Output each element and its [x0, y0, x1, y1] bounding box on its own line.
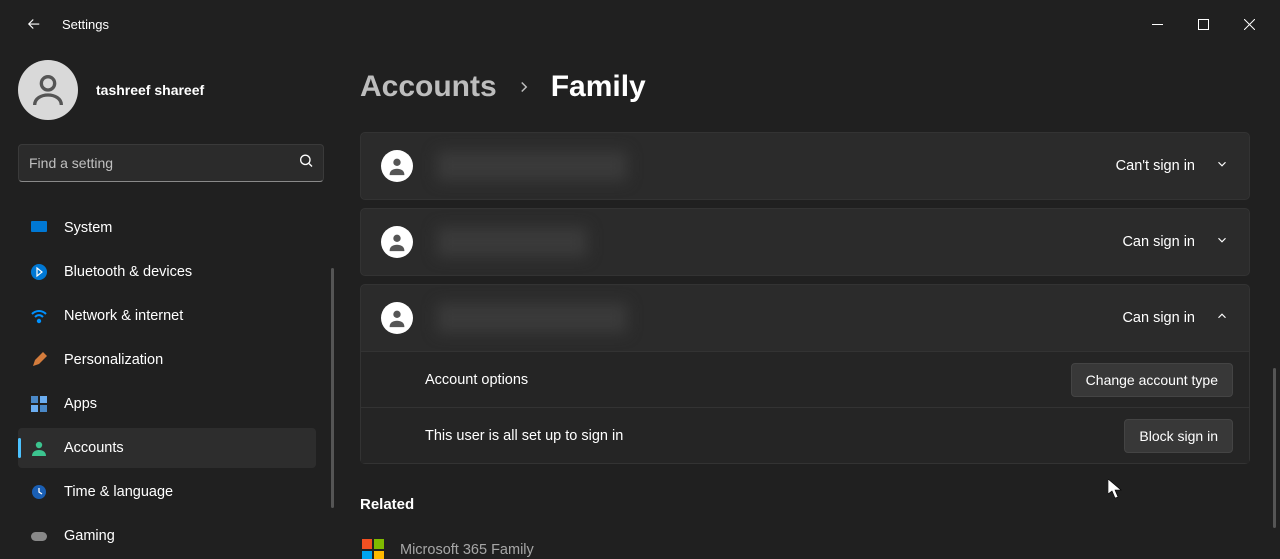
sidebar-item-network[interactable]: Network & internet: [18, 296, 316, 336]
search-box[interactable]: [18, 144, 324, 182]
member-status: Can sign in: [1122, 310, 1195, 326]
maximize-icon: [1198, 19, 1209, 30]
avatar: [18, 60, 78, 120]
family-member-card: Can sign in: [360, 208, 1250, 276]
display-icon: [30, 219, 48, 237]
brush-icon: [30, 351, 48, 369]
sidebar-item-bluetooth[interactable]: Bluetooth & devices: [18, 252, 316, 292]
bluetooth-icon: [30, 263, 48, 281]
sidebar-item-personalization[interactable]: Personalization: [18, 340, 316, 380]
search-icon: [298, 153, 314, 174]
member-name-redacted: [437, 151, 627, 181]
member-avatar: [381, 150, 413, 182]
arrow-left-icon: [25, 15, 43, 33]
user-name: tashreef shareef: [96, 82, 204, 98]
minimize-button[interactable]: [1134, 8, 1180, 40]
related-m365[interactable]: Microsoft 365 Family: [360, 537, 1250, 559]
related-label: Microsoft 365 Family: [400, 542, 534, 558]
sidebar-item-label: Network & internet: [64, 308, 183, 324]
family-member-row[interactable]: Can sign in: [361, 285, 1249, 351]
sidebar-item-label: Gaming: [64, 528, 115, 544]
person-icon: [386, 155, 408, 177]
family-member-card-expanded: Can sign in Account options Change accou…: [360, 284, 1250, 464]
sidebar-item-label: Personalization: [64, 352, 163, 368]
member-avatar: [381, 226, 413, 258]
signin-message: This user is all set up to sign in: [425, 428, 623, 444]
sidebar-item-label: System: [64, 220, 112, 236]
user-block[interactable]: tashreef shareef: [18, 60, 324, 120]
main-scrollbar[interactable]: [1273, 368, 1276, 528]
family-member-row[interactable]: Can't sign in: [361, 133, 1249, 199]
change-account-type-button[interactable]: Change account type: [1071, 363, 1233, 397]
clock-icon: [30, 483, 48, 501]
sidebar-item-apps[interactable]: Apps: [18, 384, 316, 424]
sidebar-item-gaming[interactable]: Gaming: [18, 516, 316, 556]
back-button[interactable]: [20, 10, 48, 38]
account-options-label: Account options: [425, 372, 528, 388]
chevron-right-icon: [515, 78, 533, 96]
sidebar-scrollbar[interactable]: [331, 268, 334, 508]
wifi-icon: [30, 307, 48, 325]
block-signin-button[interactable]: Block sign in: [1124, 419, 1233, 453]
member-avatar: [381, 302, 413, 334]
accounts-icon: [30, 439, 48, 457]
sidebar-item-system[interactable]: System: [18, 208, 316, 248]
sidebar-item-label: Time & language: [64, 484, 173, 500]
chevron-down-icon: [1215, 157, 1229, 176]
app-title: Settings: [62, 17, 109, 32]
family-member-row[interactable]: Can sign in: [361, 209, 1249, 275]
sidebar-item-accounts[interactable]: Accounts: [18, 428, 316, 468]
close-icon: [1244, 19, 1255, 30]
sidebar-item-label: Apps: [64, 396, 97, 412]
person-icon: [386, 231, 408, 253]
member-name-redacted: [437, 303, 627, 333]
account-options-row: Account options Change account type: [361, 351, 1249, 407]
page-title: Family: [551, 70, 646, 104]
person-icon: [386, 307, 408, 329]
m365-icon: [360, 537, 386, 559]
sidebar-item-time[interactable]: Time & language: [18, 472, 316, 512]
breadcrumb-parent[interactable]: Accounts: [360, 70, 497, 104]
related-heading: Related: [360, 496, 1250, 513]
breadcrumb: Accounts Family: [360, 70, 1250, 104]
sidebar-item-label: Bluetooth & devices: [64, 264, 192, 280]
signin-status-row: This user is all set up to sign in Block…: [361, 407, 1249, 463]
search-input[interactable]: [18, 144, 324, 182]
apps-icon: [30, 395, 48, 413]
person-icon: [28, 70, 68, 110]
member-name-redacted: [437, 227, 587, 257]
minimize-icon: [1152, 19, 1163, 30]
gamepad-icon: [30, 527, 48, 545]
close-button[interactable]: [1226, 8, 1272, 40]
sidebar-item-label: Accounts: [64, 440, 124, 456]
member-status: Can sign in: [1122, 234, 1195, 250]
maximize-button[interactable]: [1180, 8, 1226, 40]
chevron-up-icon: [1215, 309, 1229, 328]
chevron-down-icon: [1215, 233, 1229, 252]
member-status: Can't sign in: [1116, 158, 1195, 174]
family-member-card: Can't sign in: [360, 132, 1250, 200]
